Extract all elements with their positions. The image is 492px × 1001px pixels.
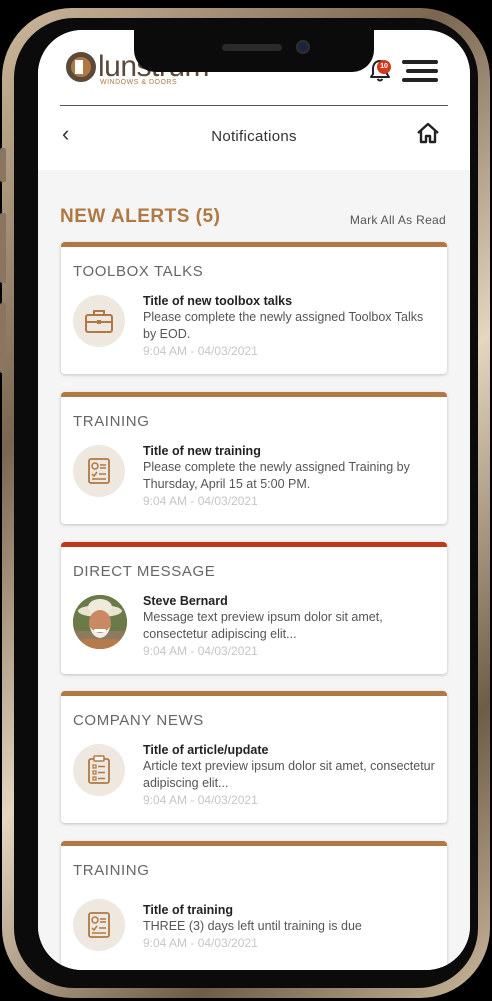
card-timestamp: 9:04 AM - 04/03/2021 xyxy=(143,936,258,950)
card-body: Message text preview ipsum dolor sit ame… xyxy=(143,610,383,641)
logo-mark-icon xyxy=(66,52,96,82)
volume-up-button xyxy=(0,213,6,283)
card-heading: Title of training xyxy=(143,903,234,917)
notification-card[interactable]: TRAINING Title of training THREE (3) day… xyxy=(61,841,447,970)
card-heading: Title of new training xyxy=(143,444,261,458)
card-heading: Title of article/update xyxy=(143,743,269,757)
avatar xyxy=(73,595,127,649)
mute-switch xyxy=(0,148,6,182)
card-category: TRAINING xyxy=(73,862,150,879)
notification-card[interactable]: TOOLBOX TALKS Title of new toolbox talks… xyxy=(61,242,447,374)
card-body: Please complete the newly assigned Train… xyxy=(143,460,410,491)
card-heading: Title of new toolbox talks xyxy=(143,294,293,308)
clipboard-icon xyxy=(73,744,125,796)
card-category: COMPANY NEWS xyxy=(73,712,204,729)
header-divider xyxy=(60,105,448,106)
card-timestamp: 9:04 AM - 04/03/2021 xyxy=(143,793,258,807)
page-title: Notifications xyxy=(211,128,297,145)
app-screen: lunstrum WINDOWS & DOORS 10 ‹ Notificati… xyxy=(38,30,470,970)
card-category: TOOLBOX TALKS xyxy=(73,263,204,280)
briefcase-icon xyxy=(73,295,125,347)
notch xyxy=(134,30,374,72)
card-text: Title of article/update Article text pre… xyxy=(143,742,439,808)
card-timestamp: 9:04 AM - 04/03/2021 xyxy=(143,494,258,508)
notification-card[interactable]: DIRECT MESSAGE Steve Bernard Message tex… xyxy=(61,542,447,674)
mark-all-read-link[interactable]: Mark All As Read xyxy=(350,213,446,227)
card-body: Please complete the newly assigned Toolb… xyxy=(143,310,424,341)
new-alerts-heading: NEW ALERTS (5) xyxy=(60,206,221,227)
notification-badge: 10 xyxy=(377,60,391,74)
logo-subtext: WINDOWS & DOORS xyxy=(100,79,178,86)
training-checklist-icon xyxy=(73,899,125,951)
volume-down-button xyxy=(0,303,6,373)
speaker xyxy=(222,44,282,51)
card-body: Article text preview ipsum dolor sit ame… xyxy=(143,759,435,790)
card-timestamp: 9:04 AM - 04/03/2021 xyxy=(143,644,258,658)
card-text: Title of training THREE (3) days left un… xyxy=(143,902,439,951)
card-text: Title of new training Please complete th… xyxy=(143,443,439,509)
notification-card[interactable]: TRAINING Title of new training Please co… xyxy=(61,392,447,524)
card-timestamp: 9:04 AM - 04/03/2021 xyxy=(143,344,258,358)
notification-card[interactable]: COMPANY NEWS Title of article/update Art… xyxy=(61,691,447,823)
card-category: TRAINING xyxy=(73,413,150,430)
training-checklist-icon xyxy=(73,445,125,497)
card-text: Title of new toolbox talks Please comple… xyxy=(143,293,439,359)
hamburger-menu-icon[interactable] xyxy=(402,60,438,82)
home-icon[interactable] xyxy=(416,122,440,144)
front-camera xyxy=(296,40,310,54)
card-text: Steve Bernard Message text preview ipsum… xyxy=(143,593,439,659)
card-heading: Steve Bernard xyxy=(143,594,228,608)
card-category: DIRECT MESSAGE xyxy=(73,563,216,580)
card-body: THREE (3) days left until training is du… xyxy=(143,919,362,933)
